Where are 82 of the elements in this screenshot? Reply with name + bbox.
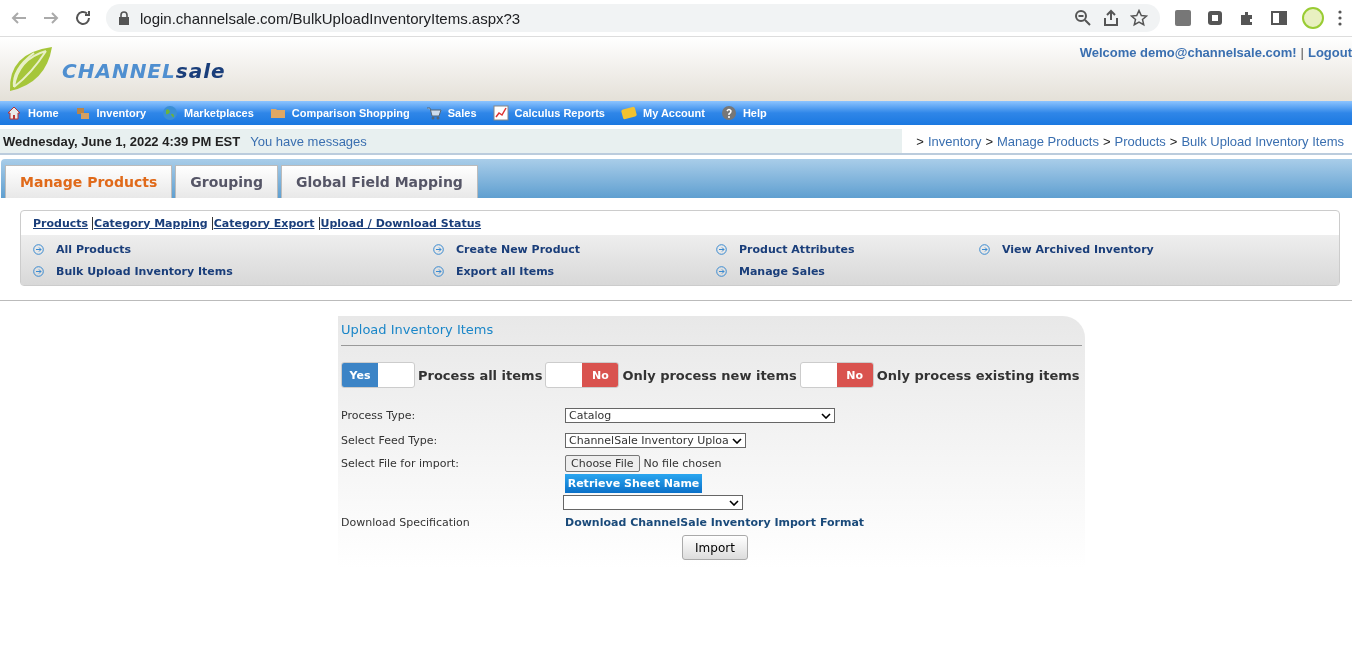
chart-icon [492, 105, 509, 121]
address-bar[interactable]: login.channelsale.com/BulkUploadInventoryItems.aspx?3 [106, 4, 1160, 32]
nav-item[interactable]: Inventory [74, 105, 147, 121]
caret-icon [821, 412, 831, 419]
home-icon [6, 105, 22, 121]
submenu-link[interactable]: Category Export [211, 216, 315, 230]
toggle-switch[interactable]: No [545, 362, 620, 388]
messages-link[interactable]: You have messages [250, 133, 367, 149]
file-status: No file chosen [643, 457, 722, 470]
process-type-select[interactable]: Catalog [565, 408, 835, 423]
menu-link[interactable]: Bulk Upload Inventory Items [56, 264, 233, 278]
nav-item[interactable]: Home [6, 105, 59, 121]
field-label: Select Feed Type: [341, 434, 439, 447]
sheet-select[interactable] [563, 495, 743, 510]
breadcrumb-link[interactable]: Inventory [927, 133, 982, 149]
date-text: Wednesday, June 1, 2022 4:39 PM EST [2, 133, 241, 149]
nav-item[interactable]: Marketplaces [162, 105, 254, 121]
card-icon [620, 105, 637, 121]
logo-text[interactable]: CHANNELsale [62, 59, 226, 83]
menu-link[interactable]: Manage Sales [739, 264, 825, 278]
toggle-switch[interactable]: Yes [341, 362, 415, 388]
breadcrumb-link[interactable]: Manage Products [997, 133, 1099, 149]
arrow-circle-icon [716, 265, 727, 277]
menu-link[interactable]: Product Attributes [739, 242, 855, 256]
arrow-circle-icon [979, 243, 990, 255]
help-icon [720, 105, 737, 121]
url-text: login.channelsale.com/BulkUploadInventoryItems.aspx?3 [140, 9, 521, 27]
download-link[interactable]: Download ChannelSale Inventory Import Format [565, 516, 1082, 529]
tab[interactable]: Grouping [175, 165, 279, 198]
retrieve-button[interactable]: Retrieve Sheet Name [565, 474, 702, 493]
star-icon[interactable] [1130, 9, 1148, 27]
menu-link[interactable]: All Products [56, 242, 131, 256]
breadcrumb-separator: > [1169, 133, 1178, 149]
nav-item[interactable]: Calculus Reports [492, 105, 605, 121]
panel-title: Upload Inventory Items [341, 322, 1082, 346]
arrow-circle-icon [33, 243, 44, 255]
choose-file-button[interactable]: Choose File [565, 455, 640, 472]
menu-link[interactable]: Create New Product [456, 242, 581, 256]
nav-item[interactable]: Sales [425, 105, 477, 121]
arrow-circle-icon [433, 243, 444, 255]
import-button[interactable]: Import [682, 535, 748, 560]
breadcrumb-link[interactable]: Products [1114, 133, 1166, 149]
breadcrumb-link[interactable]: Bulk Upload Inventory Items [1181, 133, 1344, 149]
toggle-switch[interactable]: No [799, 362, 874, 388]
field-label: Select File for import: [341, 457, 460, 470]
cart-icon [425, 105, 442, 121]
separator: | [1300, 45, 1304, 62]
boxes-icon [74, 105, 91, 121]
welcome-text: Welcome demo@channelsale.com! [1079, 45, 1297, 62]
breadcrumb-separator: > [985, 133, 993, 149]
field-label: Process Type: [341, 409, 417, 422]
submenu-link[interactable]: Upload / Download Status [318, 216, 482, 230]
submenu-link[interactable]: Products [33, 216, 89, 230]
lock-icon [118, 9, 130, 27]
caret-icon [732, 437, 742, 444]
menu-icon[interactable] [1338, 9, 1342, 27]
toggle-label: Process all items [418, 367, 543, 383]
arrow-circle-icon [33, 265, 44, 277]
extension-icon[interactable] [1206, 9, 1224, 27]
menu-link[interactable]: Export all Items [456, 264, 555, 278]
extension-icon[interactable] [1174, 9, 1192, 27]
nav-item[interactable]: My Account [620, 105, 705, 121]
tab[interactable]: Global Field Mapping [281, 165, 478, 198]
arrow-circle-icon [433, 265, 444, 277]
globe-icon [162, 105, 179, 121]
menu-link[interactable]: View Archived Inventory [1002, 242, 1154, 256]
reload-icon[interactable] [74, 9, 92, 27]
toggle-label: Only process new items [622, 367, 797, 383]
field-label: Download Specification [341, 516, 471, 529]
breadcrumb-separator: > [916, 133, 924, 149]
nav-item[interactable]: Help [720, 105, 767, 121]
share-icon[interactable] [1102, 9, 1120, 27]
submenu-link[interactable]: Category Mapping [92, 216, 208, 230]
zoom-out-icon[interactable] [1074, 9, 1092, 27]
toggle-label: Only process existing items [876, 367, 1080, 383]
caret-icon [729, 499, 739, 506]
breadcrumb-separator: > [1102, 133, 1111, 149]
nav-item[interactable]: Comparison Shopping [269, 105, 410, 121]
arrow-circle-icon [716, 243, 727, 255]
feed-type-select[interactable]: ChannelSale Inventory Uploa [565, 433, 746, 448]
sidebar-icon[interactable] [1270, 9, 1288, 27]
logout-link[interactable]: Logout [1307, 45, 1352, 101]
